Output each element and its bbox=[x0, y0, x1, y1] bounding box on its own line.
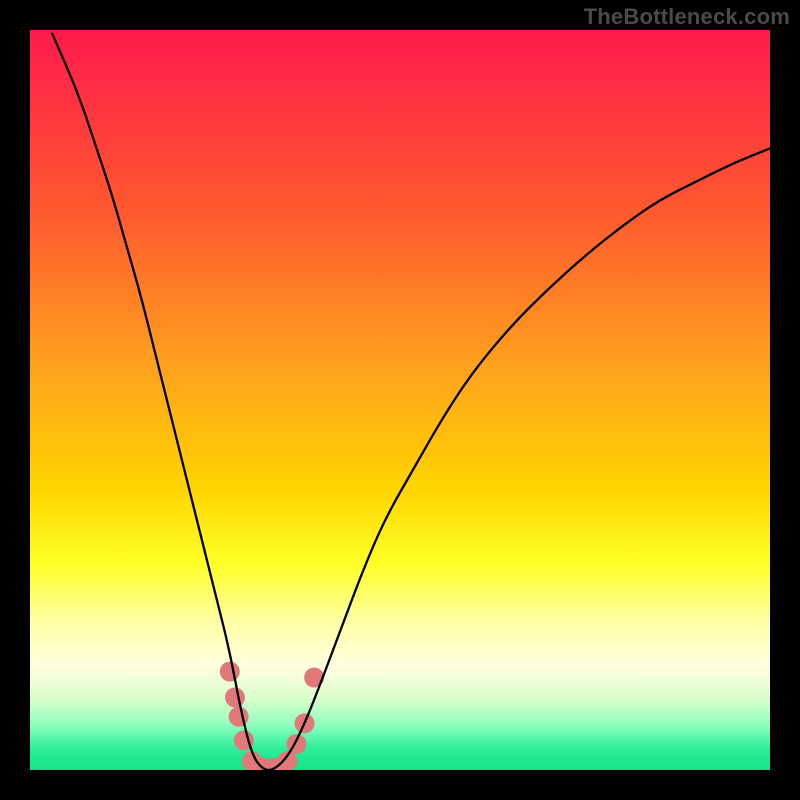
gradient-background bbox=[30, 30, 770, 770]
data-marker bbox=[220, 662, 240, 682]
data-marker bbox=[229, 707, 249, 727]
data-marker bbox=[225, 687, 245, 707]
watermark-label: TheBottleneck.com bbox=[584, 4, 790, 30]
plot-area bbox=[30, 30, 770, 770]
bottleneck-chart bbox=[30, 30, 770, 770]
chart-frame: TheBottleneck.com bbox=[0, 0, 800, 800]
